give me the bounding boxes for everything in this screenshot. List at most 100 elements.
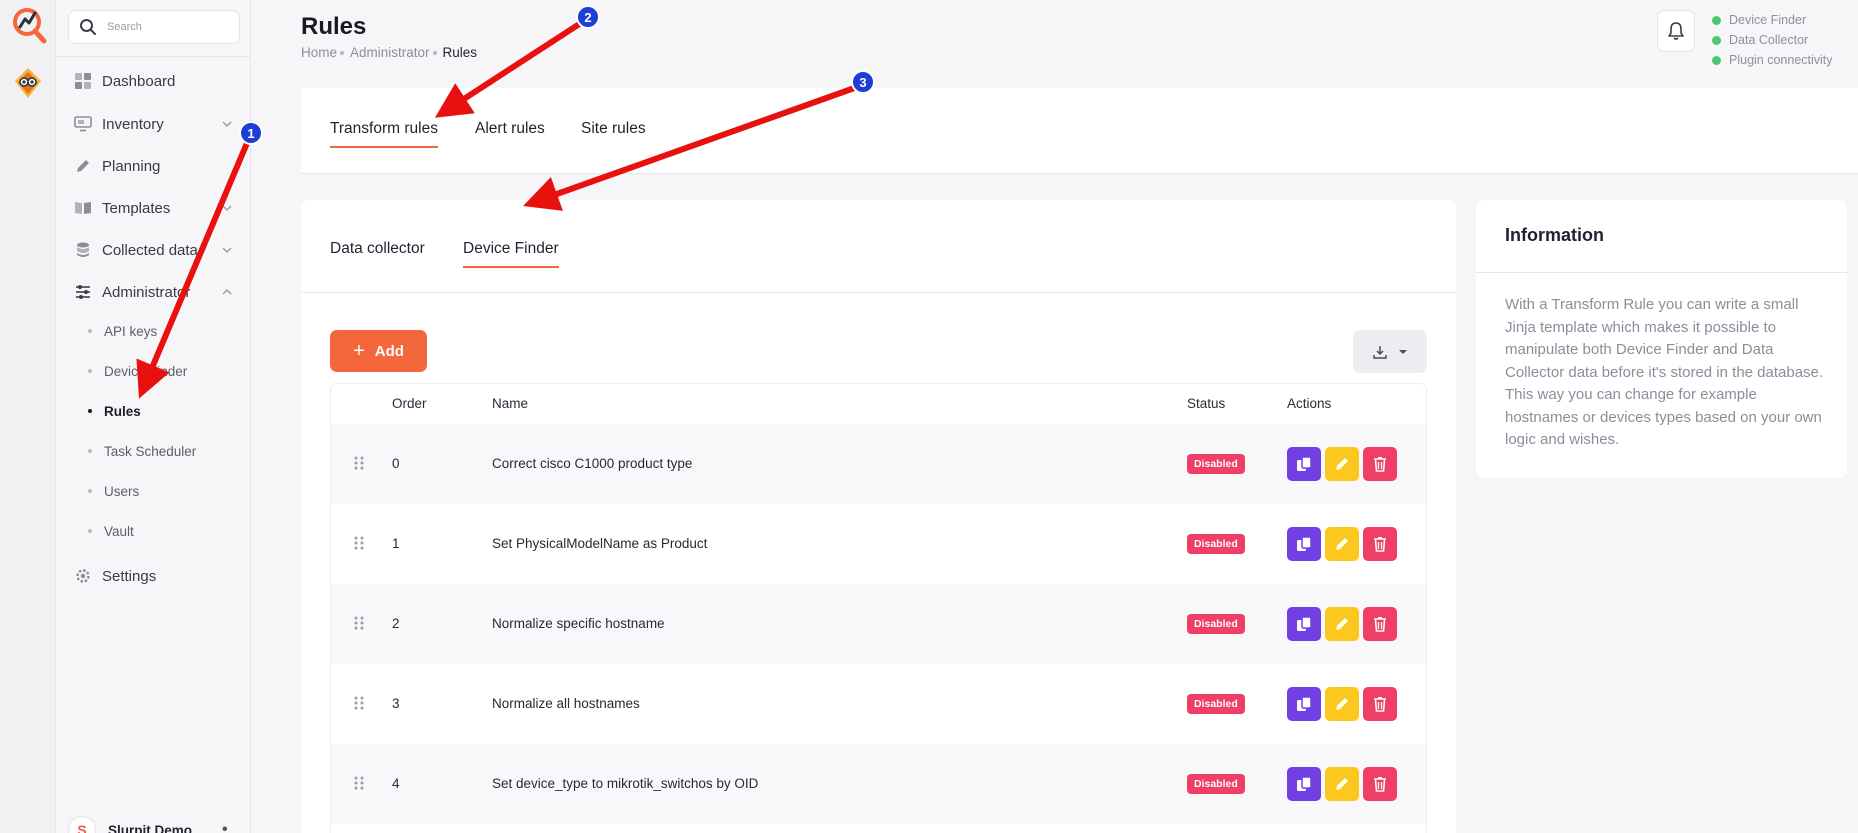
sliders-icon (74, 283, 92, 301)
status-label: Data Collector (1729, 33, 1809, 47)
add-rule-button[interactable]: + Add (330, 330, 427, 372)
status-badge: Disabled (1187, 774, 1245, 794)
gear-icon (74, 567, 92, 585)
search-box[interactable] (68, 10, 240, 44)
copy-rule-button[interactable] (1287, 687, 1321, 721)
breadcrumb-separator (432, 50, 437, 55)
owl-app-icon[interactable] (13, 66, 43, 100)
column-header-name[interactable]: Name (492, 396, 528, 411)
cell-order: 1 (392, 536, 400, 551)
sidebar-subitem-rules[interactable]: Rules (56, 396, 251, 426)
app-logo[interactable] (10, 4, 48, 44)
pencil-icon (1336, 538, 1348, 550)
export-dropdown-button[interactable] (1353, 330, 1427, 373)
download-icon (1373, 345, 1387, 359)
column-header-order[interactable]: Order (392, 396, 427, 411)
pencil-icon (74, 157, 92, 175)
service-status-list: Device Finder Data Collector Plugin conn… (1712, 10, 1833, 70)
column-header-status[interactable]: Status (1187, 396, 1225, 411)
copy-icon (1297, 696, 1312, 711)
sidebar-item-inventory[interactable]: Inventory (56, 106, 251, 142)
table-header: Order Name Status Actions (331, 384, 1426, 424)
copy-rule-button[interactable] (1287, 527, 1321, 561)
status-data-collector: Data Collector (1712, 30, 1833, 50)
delete-rule-button[interactable] (1363, 447, 1397, 481)
edit-rule-button[interactable] (1325, 767, 1359, 801)
sidebar-item-administrator[interactable]: Administrator (56, 274, 251, 310)
user-profile[interactable]: S Slurpit Demo • (68, 816, 228, 833)
status-label: Device Finder (1729, 13, 1807, 27)
bullet-dot (88, 329, 92, 333)
copy-icon (1297, 536, 1312, 551)
copy-rule-button[interactable] (1287, 767, 1321, 801)
sidebar-item-label: Templates (102, 199, 171, 217)
sidebar-item-label: Collected data (102, 241, 198, 259)
copy-icon (1297, 456, 1312, 471)
pencil-icon (1336, 778, 1348, 790)
book-icon (74, 199, 92, 217)
database-icon (74, 241, 92, 259)
delete-rule-button[interactable] (1363, 527, 1397, 561)
tab-transform-rules[interactable]: Transform rules (330, 120, 438, 148)
sidebar-subitem-device-finder[interactable]: Device Finder (56, 356, 251, 386)
sidebar: Dashboard Inventory Planning Templates C… (56, 0, 251, 833)
bullet-dot (88, 529, 92, 533)
status-plugin-connectivity: Plugin connectivity (1712, 50, 1833, 70)
search-input[interactable] (107, 21, 227, 33)
edit-rule-button[interactable] (1325, 607, 1359, 641)
rule-type-tabs: Transform rules Alert rules Site rules (301, 88, 1858, 174)
cell-name: Normalize all hostnames (492, 696, 640, 711)
sidebar-item-planning[interactable]: Planning (56, 148, 251, 184)
page-title: Rules (301, 13, 367, 40)
drag-handle-icon[interactable] (353, 536, 365, 550)
tab-data-collector[interactable]: Data collector (330, 240, 425, 266)
information-title: Information (1505, 225, 1604, 245)
drag-handle-icon[interactable] (353, 776, 365, 790)
sidebar-subitem-api-keys[interactable]: API keys (56, 316, 251, 346)
edit-rule-button[interactable] (1325, 527, 1359, 561)
user-name: Slurpit Demo (108, 822, 193, 833)
sidebar-item-settings[interactable]: Settings (56, 558, 251, 594)
status-ok-dot (1712, 35, 1721, 45)
table-row: 2 Normalize specific hostname Disabled (331, 584, 1426, 664)
chevron-down-icon (222, 121, 232, 128)
chevron-down-icon (222, 247, 232, 254)
bullet-dot (88, 369, 92, 373)
copy-icon (1297, 616, 1312, 631)
tab-alert-rules[interactable]: Alert rules (475, 120, 545, 146)
edit-rule-button[interactable] (1325, 687, 1359, 721)
breadcrumb-administrator[interactable]: Administrator (350, 45, 430, 60)
bell-icon (1668, 22, 1684, 40)
information-card: Information With a Transform Rule you ca… (1476, 200, 1847, 478)
tab-device-finder[interactable]: Device Finder (463, 240, 559, 268)
status-badge: Disabled (1187, 694, 1245, 714)
sidebar-subitem-label: Users (104, 483, 140, 499)
cell-order: 0 (392, 456, 400, 471)
sidebar-item-templates[interactable]: Templates (56, 190, 251, 226)
sidebar-item-dashboard[interactable]: Dashboard (56, 63, 251, 99)
copy-rule-button[interactable] (1287, 607, 1321, 641)
breadcrumb-home[interactable]: Home (301, 45, 337, 60)
drag-handle-icon[interactable] (353, 456, 365, 470)
sidebar-subitem-task-scheduler[interactable]: Task Scheduler (56, 436, 251, 466)
column-header-actions: Actions (1287, 396, 1332, 411)
sidebar-subitem-vault[interactable]: Vault (56, 516, 251, 546)
table-row: 4 Set device_type to mikrotik_switchos b… (331, 744, 1426, 824)
table-row: 3 Normalize all hostnames Disabled (331, 664, 1426, 744)
delete-rule-button[interactable] (1363, 687, 1397, 721)
notifications-button[interactable] (1657, 10, 1695, 52)
sidebar-item-collected-data[interactable]: Collected data (56, 232, 251, 268)
delete-rule-button[interactable] (1363, 767, 1397, 801)
sidebar-subitem-users[interactable]: Users (56, 476, 251, 506)
more-options-icon[interactable]: • (222, 821, 228, 833)
sidebar-subitem-label: API keys (104, 323, 158, 339)
copy-rule-button[interactable] (1287, 447, 1321, 481)
breadcrumb-current: Rules (442, 45, 478, 60)
status-badge: Disabled (1187, 454, 1245, 474)
delete-rule-button[interactable] (1363, 607, 1397, 641)
tab-site-rules[interactable]: Site rules (581, 120, 646, 146)
edit-rule-button[interactable] (1325, 447, 1359, 481)
drag-handle-icon[interactable] (353, 616, 365, 630)
drag-handle-icon[interactable] (353, 696, 365, 710)
cell-name: Set device_type to mikrotik_switchos by … (492, 776, 759, 791)
